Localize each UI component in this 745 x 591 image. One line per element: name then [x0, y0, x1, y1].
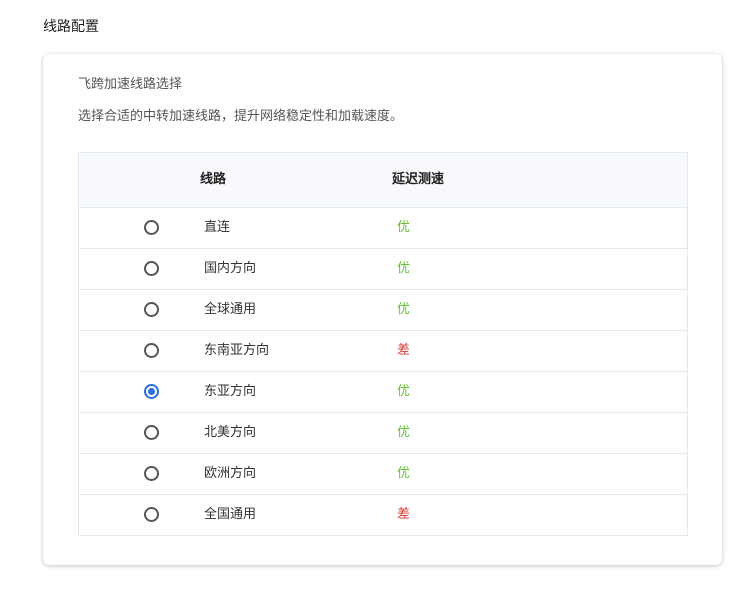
table-row[interactable]: 国内方向 优	[79, 249, 687, 290]
table-row[interactable]: 全球通用 优	[79, 290, 687, 331]
table-row[interactable]: 东南亚方向 差	[79, 331, 687, 372]
line-radio-button[interactable]	[144, 466, 159, 481]
table-row[interactable]: 欧洲方向 优	[79, 454, 687, 495]
line-config-card: 飞跨加速线路选择 选择合适的中转加速线路，提升网络稳定性和加载速度。 线路 延迟…	[43, 54, 722, 565]
line-name: 国内方向	[204, 261, 257, 276]
table-header: 线路 延迟测速	[79, 153, 687, 208]
line-radio-button[interactable]	[144, 384, 159, 399]
card-title: 飞跨加速线路选择	[78, 77, 183, 92]
line-radio-button[interactable]	[144, 220, 159, 235]
latency-status: 优	[397, 384, 411, 399]
line-name: 直连	[204, 220, 231, 235]
line-name: 东南亚方向	[204, 343, 270, 358]
page-title: 线路配置	[43, 19, 99, 35]
table-row[interactable]: 东亚方向 优	[79, 372, 687, 413]
table-body: 直连优国内方向优全球通用优东南亚方向差东亚方向优北美方向优欧洲方向优全国通用差	[79, 208, 687, 535]
line-name: 全国通用	[204, 507, 257, 522]
line-radio-button[interactable]	[144, 302, 159, 317]
line-radio-button[interactable]	[144, 425, 159, 440]
table-row[interactable]: 直连 优	[79, 208, 687, 249]
latency-status: 优	[397, 261, 411, 276]
latency-status: 差	[397, 507, 411, 522]
latency-status: 差	[397, 343, 411, 358]
line-table: 线路 延迟测速 直连优国内方向优全球通用优东南亚方向差东亚方向优北美方向优欧洲方…	[78, 152, 688, 536]
latency-status: 优	[397, 220, 411, 235]
table-row[interactable]: 全国通用 差	[79, 495, 687, 535]
latency-status: 优	[397, 466, 411, 481]
table-row[interactable]: 北美方向 优	[79, 413, 687, 454]
latency-status: 优	[397, 302, 411, 317]
line-radio-button[interactable]	[144, 261, 159, 276]
line-name: 北美方向	[204, 425, 257, 440]
line-name: 东亚方向	[204, 384, 257, 399]
latency-status: 优	[397, 425, 411, 440]
line-radio-button[interactable]	[144, 343, 159, 358]
column-header-line: 线路	[200, 172, 227, 187]
column-header-latency: 延迟测速	[392, 172, 445, 187]
card-description: 选择合适的中转加速线路，提升网络稳定性和加载速度。	[78, 109, 404, 124]
line-name: 欧洲方向	[204, 466, 257, 481]
line-radio-button[interactable]	[144, 507, 159, 522]
line-name: 全球通用	[204, 302, 257, 317]
